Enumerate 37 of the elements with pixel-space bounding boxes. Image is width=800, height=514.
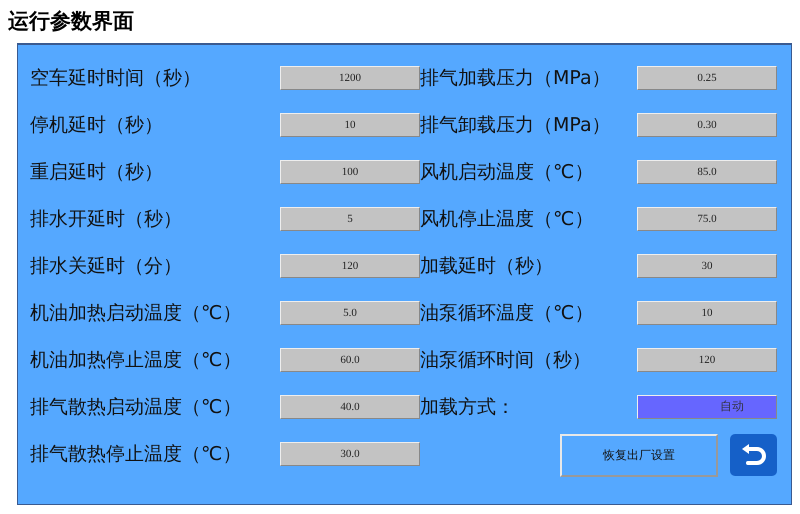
value-field[interactable]: 120 [280,254,420,278]
parameter-label: 油泵循环时间（秒） [420,348,591,372]
parameter-label: 排水关延时（分） [30,254,182,278]
parameter-label: 排气加载压力（MPa） [420,66,611,90]
parameter-label: 机油加热启动温度（℃） [30,300,242,326]
parameter-label: 风机启动温度（℃） [420,160,594,184]
parameter-label: 排气散热启动温度（℃） [30,394,242,420]
value-field[interactable]: 5 [280,206,420,230]
parameter-label: 停机延时（秒） [30,112,163,138]
parameter-label: 排气散热停止温度（℃） [30,442,242,466]
factory-reset-button[interactable]: 恢复出厂设置 [560,434,718,476]
value-field[interactable]: 60.0 [280,348,420,372]
value-field[interactable]: 120 [637,348,777,372]
value-field[interactable]: 10 [637,300,777,324]
parameter-label: 空车延时时间（秒） [30,66,201,90]
value-field[interactable]: 10 [280,112,420,136]
value-field[interactable]: 5.0 [280,300,420,324]
parameter-label: 油泵循环温度（℃） [420,300,594,326]
value-field[interactable]: 0.25 [637,66,777,90]
parameter-label: 加载延时（秒） [420,254,553,278]
return-arrow-icon [740,443,768,467]
value-field[interactable]: 85.0 [637,160,777,184]
parameter-label: 加载方式： [420,394,515,420]
value-field[interactable]: 30.0 [280,442,420,466]
parameter-label: 机油加热停止温度（℃） [30,348,242,372]
parameter-label: 风机停止温度（℃） [420,206,594,232]
value-field[interactable]: 1200 [280,66,420,90]
value-field[interactable]: 0.30 [637,112,777,136]
value-field[interactable]: 40.0 [280,394,420,418]
page-title: 运行参数界面 [7,8,134,35]
value-field[interactable]: 100 [280,160,420,184]
back-button[interactable] [730,434,777,476]
parameter-label: 排水开延时（秒） [30,206,182,232]
value-field[interactable]: 75.0 [637,206,777,230]
parameter-label: 重启延时（秒） [30,160,163,184]
value-field[interactable]: 30 [637,254,777,278]
parameter-label: 排气卸载压力（MPa） [420,112,611,138]
